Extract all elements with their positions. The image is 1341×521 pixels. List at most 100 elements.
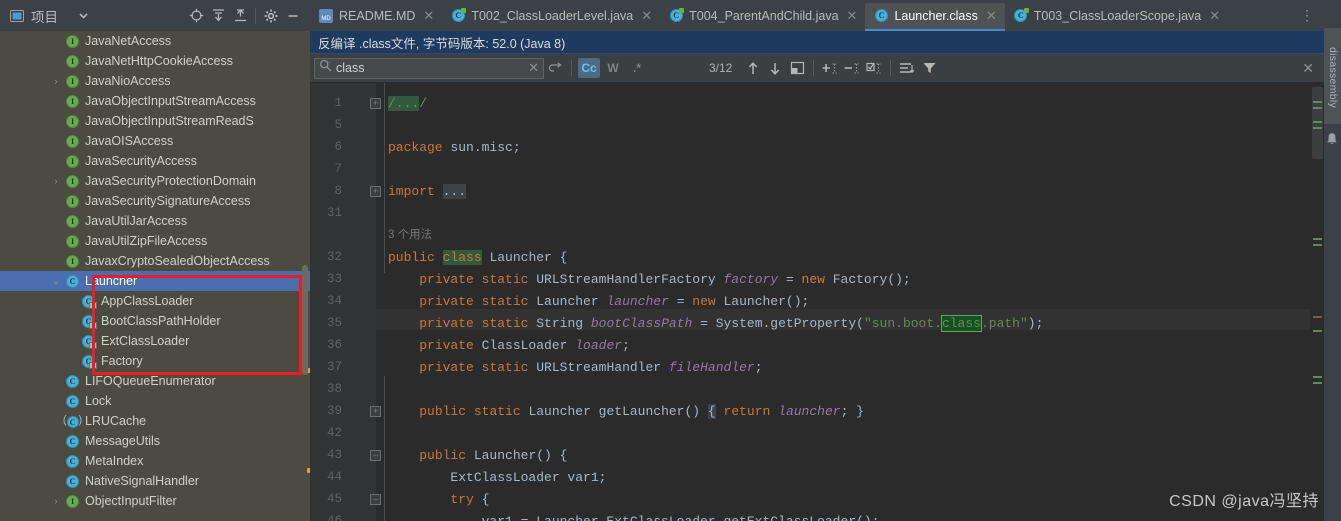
tree-item[interactable]: I JavaSecuritySignatureAccess bbox=[0, 191, 310, 211]
collapse-all-icon[interactable] bbox=[229, 5, 251, 27]
tree-item[interactable]: I JavaOISAccess bbox=[0, 131, 310, 151]
tree-item-selected[interactable]: ⌄ C Launcher bbox=[0, 271, 310, 291]
code-line[interactable]: var1 = Launcher.ExtClassLoader.getExtCla… bbox=[388, 514, 880, 521]
close-tab-icon[interactable]: ✕ bbox=[423, 8, 434, 24]
remove-selection-icon[interactable] bbox=[841, 58, 863, 79]
close-tab-icon[interactable]: ✕ bbox=[986, 8, 997, 24]
tree-item[interactable]: I JavaxCryptoSealedObjectAccess bbox=[0, 251, 310, 271]
tab-overflow-menu-icon[interactable]: ⋮ bbox=[1291, 0, 1324, 31]
tree-item[interactable]: I JavaNetAccess bbox=[0, 31, 310, 51]
tree-item[interactable]: C NativeSignalHandler bbox=[0, 471, 310, 491]
code-editor[interactable]: 1 +5 6 7 8 +31 32 33 34 35 36 37 38 39 +42 43 – 44 45 – 46 /… bbox=[310, 83, 1324, 521]
tree-item[interactable]: C Factory bbox=[0, 351, 310, 371]
close-tab-icon[interactable]: ✕ bbox=[1209, 8, 1220, 24]
find-input[interactable]: class ✕ bbox=[314, 57, 544, 79]
tree-twisty[interactable]: ⌄ bbox=[48, 276, 64, 287]
search-marker bbox=[1313, 382, 1322, 384]
fold-expand-icon[interactable]: + bbox=[370, 186, 381, 197]
code-line[interactable]: /.../ bbox=[388, 96, 427, 111]
project-tree[interactable]: I JavaNetAccess I JavaNetHttpCookieAccess › I… bbox=[0, 31, 310, 521]
editor-tab-launcher-class[interactable]: C Launcher.class ✕ bbox=[865, 0, 1006, 31]
tree-twisty[interactable]: › bbox=[48, 496, 64, 506]
close-tab-icon[interactable]: ✕ bbox=[847, 8, 858, 24]
class-final-icon: C bbox=[64, 374, 81, 388]
tree-item[interactable]: C LIFOQueueEnumerator bbox=[0, 371, 310, 391]
settings-gear-icon[interactable] bbox=[260, 5, 282, 27]
prev-match-icon[interactable] bbox=[742, 58, 764, 79]
editor-tab-label: T002_ClassLoaderLevel.java bbox=[471, 8, 634, 23]
line-number: 46 bbox=[326, 514, 342, 521]
search-marker bbox=[1313, 316, 1322, 318]
tree-item[interactable]: C BootClassPathHolder bbox=[0, 311, 310, 331]
fold-expand-icon[interactable]: + bbox=[370, 406, 381, 417]
notification-bell-icon[interactable] bbox=[1326, 132, 1338, 146]
code-line[interactable]: private static URLStreamHandlerFactory f… bbox=[388, 272, 911, 287]
tree-item[interactable]: (C) LRUCache bbox=[0, 411, 310, 431]
regex-toggle[interactable]: .* bbox=[626, 58, 648, 78]
close-tab-icon[interactable]: ✕ bbox=[641, 8, 652, 24]
add-selection-icon[interactable] bbox=[819, 58, 841, 79]
code-line[interactable]: package sun.misc; bbox=[388, 140, 521, 155]
chevron-down-icon[interactable] bbox=[72, 5, 94, 27]
editor-scrollbar-thumb[interactable] bbox=[1312, 87, 1323, 159]
tree-item[interactable]: C Lock bbox=[0, 391, 310, 411]
tree-twisty[interactable]: › bbox=[48, 176, 64, 186]
project-window-icon[interactable] bbox=[6, 5, 28, 27]
match-case-toggle[interactable]: Cc bbox=[578, 58, 600, 78]
tree-item[interactable]: C AppClassLoader bbox=[0, 291, 310, 311]
code-line[interactable]: public static Launcher getLauncher() { r… bbox=[388, 404, 864, 419]
code-line[interactable]: public Launcher() { bbox=[388, 448, 567, 463]
code-line[interactable]: private static Launcher launcher = new L… bbox=[388, 294, 809, 309]
code-line[interactable]: private ClassLoader loader; bbox=[388, 338, 630, 353]
tree-item[interactable]: › I JavaNioAccess bbox=[0, 71, 310, 91]
tree-item[interactable]: I JavaNetHttpCookieAccess bbox=[0, 51, 310, 71]
fold-collapse-icon[interactable]: – bbox=[370, 494, 381, 505]
editor-tab-t002-classloaderlevel-java[interactable]: C T002_ClassLoaderLevel.java ✕ bbox=[442, 0, 660, 31]
code-line[interactable]: import ... bbox=[388, 184, 467, 199]
project-tree-scrollbar[interactable] bbox=[302, 265, 308, 375]
toggle-selection-icon[interactable] bbox=[863, 58, 885, 79]
editor-tab-t003-classloaderscope-java[interactable]: C T003_ClassLoaderScope.java ✕ bbox=[1005, 0, 1228, 31]
disassembly-tool-tab[interactable]: disassembly bbox=[1324, 28, 1341, 124]
tree-item[interactable]: › I JavaSecurityProtectionDomain bbox=[0, 171, 310, 191]
clear-icon[interactable]: ✕ bbox=[528, 60, 539, 76]
words-toggle[interactable]: W bbox=[602, 58, 624, 78]
fold-expand-icon[interactable]: + bbox=[370, 98, 381, 109]
find-query-text[interactable]: class bbox=[336, 61, 524, 75]
inlay-usage-hint[interactable]: 3 个用法 bbox=[388, 228, 432, 243]
tree-item-label: JavaObjectInputStreamReadS bbox=[85, 114, 254, 128]
expand-all-icon[interactable] bbox=[207, 5, 229, 27]
fold-collapse-icon[interactable]: – bbox=[370, 450, 381, 461]
code-line[interactable]: private static String bootClassPath = Sy… bbox=[388, 315, 1043, 332]
interface-icon: I bbox=[64, 74, 81, 88]
tree-item[interactable]: C MessageUtils bbox=[0, 431, 310, 451]
watermark-text: CSDN @java冯坚持 bbox=[1169, 493, 1319, 510]
select-all-icon[interactable] bbox=[786, 58, 808, 79]
window-top-border bbox=[0, 0, 1341, 3]
filter-results-icon[interactable] bbox=[896, 58, 918, 79]
code-line[interactable]: public class Launcher { bbox=[388, 250, 567, 265]
tree-twisty[interactable]: › bbox=[48, 76, 64, 86]
next-match-icon[interactable] bbox=[764, 58, 786, 79]
tree-item[interactable]: › I ObjectInputFilter bbox=[0, 491, 310, 511]
tree-item[interactable]: C ExtClassLoader bbox=[0, 331, 310, 351]
tree-item[interactable]: I JavaSecurityAccess bbox=[0, 151, 310, 171]
editor-tab-readme-md[interactable]: MD README.MD ✕ bbox=[310, 0, 442, 31]
code-line[interactable]: private static URLStreamHandler fileHand… bbox=[388, 360, 762, 375]
tree-item[interactable]: I JavaObjectInputStreamReadS bbox=[0, 111, 310, 131]
tree-item[interactable]: I JavaUtilZipFileAccess bbox=[0, 231, 310, 251]
minimize-icon[interactable] bbox=[282, 5, 304, 27]
tree-item[interactable]: C MetaIndex bbox=[0, 451, 310, 471]
editor-gutter[interactable]: 1 +5 6 7 8 +31 32 33 34 35 36 37 38 39 +42 43 – 44 45 – 46 bbox=[310, 83, 381, 521]
locate-icon[interactable] bbox=[185, 5, 207, 27]
code-line[interactable]: ExtClassLoader var1; bbox=[388, 470, 606, 485]
history-icon[interactable] bbox=[544, 58, 566, 79]
filter-icon[interactable] bbox=[918, 58, 940, 79]
editor-scrollbar-markers[interactable] bbox=[1310, 83, 1324, 521]
editor-tab-t004-parentandchild-java[interactable]: C T004_ParentAndChild.java ✕ bbox=[660, 0, 865, 31]
close-find-bar-icon[interactable]: ✕ bbox=[1302, 60, 1320, 77]
class-icon: C bbox=[64, 434, 81, 448]
code-line[interactable]: try { bbox=[388, 492, 489, 507]
tree-item[interactable]: I JavaObjectInputStreamAccess bbox=[0, 91, 310, 111]
tree-item[interactable]: I JavaUtilJarAccess bbox=[0, 211, 310, 231]
